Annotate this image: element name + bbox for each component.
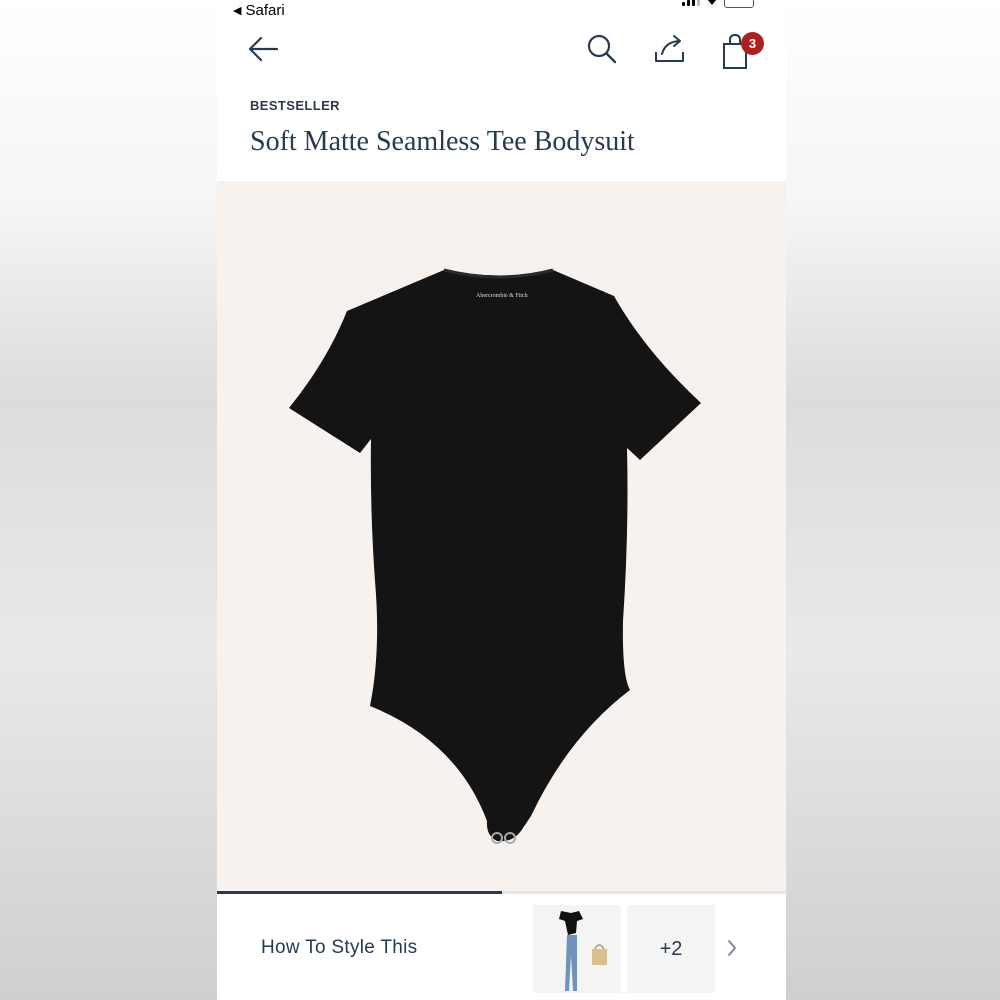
cart-count-badge: 3	[741, 32, 764, 55]
chevron-right-icon[interactable]	[726, 938, 738, 963]
outfit-thumbnail[interactable]	[533, 905, 621, 993]
how-to-style-label: How To Style This	[261, 937, 418, 958]
back-arrow-icon[interactable]	[247, 32, 281, 71]
more-looks-button[interactable]: +2	[627, 905, 715, 993]
status-icons	[682, 0, 754, 8]
bestseller-tag: BESTSELLER	[250, 98, 340, 113]
how-to-style-row[interactable]: How To Style This +2	[217, 894, 786, 1000]
signal-icon	[682, 0, 700, 6]
status-bar: ◀ Safari	[217, 0, 786, 22]
search-icon[interactable]	[585, 32, 619, 71]
back-to-safari-link[interactable]: ◀ Safari	[233, 2, 285, 19]
product-image[interactable]: Abercrombie & Fitch	[217, 181, 786, 892]
app-screen: ◀ Safari 3 BESTSELLER Soft Matte Seamles…	[217, 0, 786, 1000]
back-triangle-icon: ◀	[233, 5, 242, 17]
neck-label: Abercrombie & Fitch	[476, 293, 528, 299]
wifi-icon	[707, 0, 717, 5]
back-app-label: Safari	[245, 2, 285, 19]
shopping-bag-button[interactable]: 3	[720, 32, 764, 77]
bodysuit-image: Abercrombie & Fitch	[289, 268, 701, 844]
top-nav: 3	[217, 26, 786, 76]
share-icon[interactable]	[653, 32, 687, 71]
battery-icon	[724, 0, 754, 8]
product-title: Soft Matte Seamless Tee Bodysuit	[250, 126, 635, 157]
